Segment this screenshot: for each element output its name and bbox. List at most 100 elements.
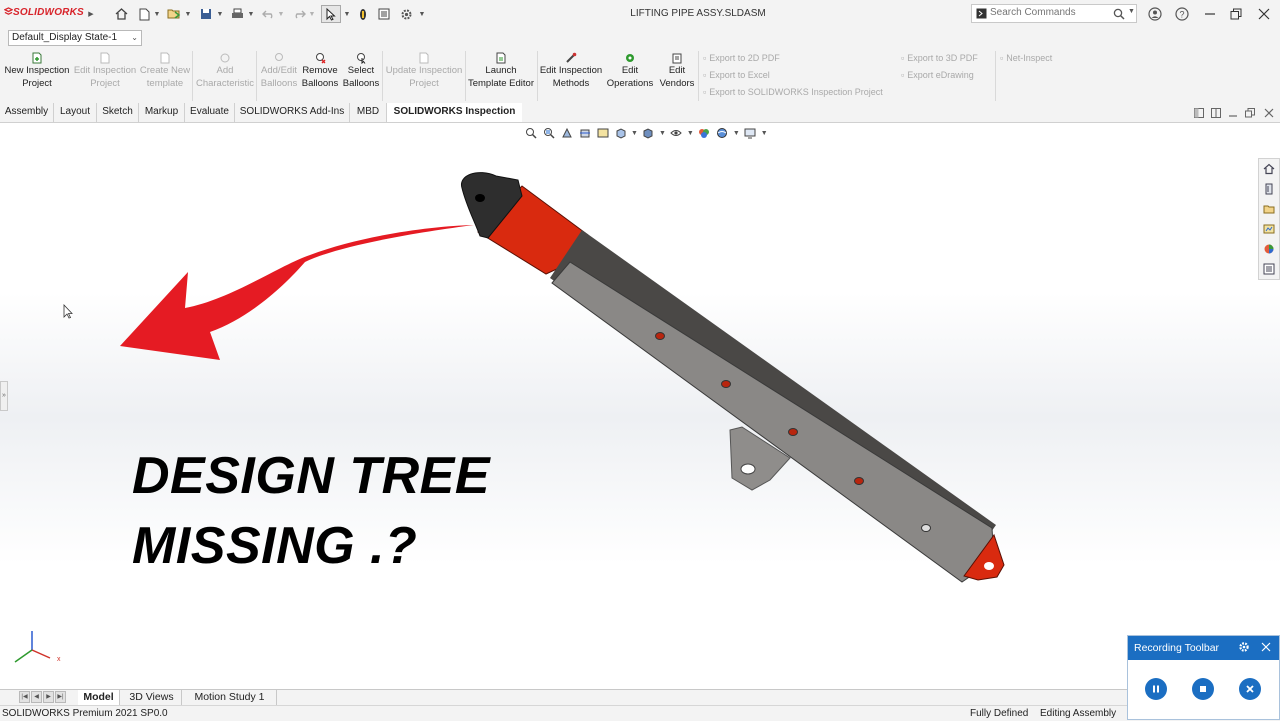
- button-label: Operations: [606, 77, 654, 89]
- tab-motion-study[interactable]: Motion Study 1: [183, 690, 277, 705]
- print-icon[interactable]: [229, 5, 245, 23]
- zoom-to-fit-icon[interactable]: [523, 126, 538, 140]
- methods-icon: [539, 52, 603, 64]
- first-tab-icon[interactable]: |◀: [19, 691, 30, 703]
- feature-manager-handle[interactable]: »: [0, 381, 8, 411]
- user-icon[interactable]: [1145, 5, 1165, 23]
- open-icon[interactable]: [166, 5, 182, 23]
- options-dropdown-icon[interactable]: ▼: [418, 5, 426, 23]
- add-characteristic-button[interactable]: Add Characteristic: [194, 52, 256, 90]
- file-explorer-icon[interactable]: [1262, 202, 1276, 216]
- dynamic-annotation-icon[interactable]: [595, 126, 610, 140]
- tab-model[interactable]: Model: [78, 690, 120, 705]
- save-dropdown-icon[interactable]: ▼: [216, 5, 224, 23]
- edit-inspection-methods-button[interactable]: Edit Inspection Methods: [539, 52, 603, 90]
- help-icon[interactable]: ?: [1172, 5, 1192, 23]
- hide-show-dropdown-icon[interactable]: ▼: [687, 130, 694, 137]
- custom-properties-icon[interactable]: [1262, 262, 1276, 276]
- update-inspection-project-button[interactable]: Update Inspection Project: [384, 52, 464, 90]
- doc-minimize-icon[interactable]: [1226, 107, 1240, 119]
- menu-expand-icon[interactable]: ▶: [86, 5, 96, 23]
- search-icon[interactable]: [1113, 8, 1125, 20]
- export-2d-pdf-link[interactable]: ▫ Export to 2D PDF: [703, 53, 780, 63]
- create-new-template-button[interactable]: Create New template: [138, 52, 192, 90]
- export-excel-link[interactable]: ▫ Export to Excel: [703, 70, 770, 80]
- design-library-icon[interactable]: [1262, 182, 1276, 196]
- tab-assembly[interactable]: Assembly: [0, 103, 54, 122]
- view-palette-icon[interactable]: [1262, 222, 1276, 236]
- view-orientation-icon[interactable]: [613, 126, 628, 140]
- search-dropdown-icon[interactable]: ▼: [1128, 8, 1135, 15]
- last-tab-icon[interactable]: ▶|: [55, 691, 66, 703]
- edit-appearance-icon[interactable]: [697, 126, 712, 140]
- tile-icon[interactable]: [1192, 107, 1206, 119]
- edit-vendors-button[interactable]: Edit Vendors: [657, 52, 697, 90]
- new-dropdown-icon[interactable]: ▼: [153, 5, 161, 23]
- tab-solidworks-inspection[interactable]: SOLIDWORKS Inspection: [387, 103, 522, 122]
- new-document-icon[interactable]: [137, 5, 151, 23]
- apply-scene-dropdown-icon[interactable]: ▼: [733, 130, 740, 137]
- display-style-dropdown-icon[interactable]: ▼: [659, 130, 666, 137]
- print-dropdown-icon[interactable]: ▼: [247, 5, 255, 23]
- pause-button[interactable]: [1145, 678, 1167, 700]
- options-icon[interactable]: [398, 5, 414, 23]
- close-icon[interactable]: [1254, 5, 1274, 23]
- zoom-area-icon[interactable]: [541, 126, 556, 140]
- view-settings-dropdown-icon[interactable]: ▼: [761, 130, 768, 137]
- export-edrawing-link[interactable]: ▫ Export eDrawing: [901, 70, 974, 80]
- home-icon[interactable]: [113, 5, 129, 23]
- select-dropdown-icon[interactable]: ▼: [343, 5, 351, 23]
- stop-button[interactable]: [1192, 678, 1214, 700]
- undo-icon[interactable]: [260, 5, 276, 23]
- open-dropdown-icon[interactable]: ▼: [184, 5, 192, 23]
- net-inspect-link[interactable]: ▫ Net-Inspect: [1000, 53, 1052, 63]
- display-state-select[interactable]: Default_Display State-1 ⌄: [8, 30, 142, 46]
- tab-markup[interactable]: Markup: [139, 103, 185, 122]
- restore-icon[interactable]: [1226, 5, 1246, 23]
- resources-home-icon[interactable]: [1262, 162, 1276, 176]
- solidworks-logo[interactable]: SOLIDWORKS: [3, 7, 84, 18]
- apply-scene-icon[interactable]: [715, 126, 730, 140]
- minimize-icon[interactable]: [1200, 5, 1220, 23]
- file-properties-icon[interactable]: [377, 5, 391, 23]
- export-inspection-project-link[interactable]: ▫ Export to SOLIDWORKS Inspection Project: [703, 87, 883, 97]
- edit-operations-button[interactable]: Edit Operations: [605, 52, 655, 90]
- tab-mbd[interactable]: MBD: [350, 103, 387, 122]
- graphics-area[interactable]: x: [0, 123, 1280, 689]
- edit-inspection-project-button[interactable]: Edit Inspection Project: [72, 52, 138, 90]
- tab-evaluate[interactable]: Evaluate: [185, 103, 235, 122]
- split-view-icon[interactable]: [1209, 107, 1223, 119]
- tab-add-ins[interactable]: SOLIDWORKS Add-Ins: [235, 103, 350, 122]
- doc-restore-icon[interactable]: [1243, 107, 1257, 119]
- tab-3d-views[interactable]: 3D Views: [122, 690, 182, 705]
- hide-show-items-icon[interactable]: [669, 126, 684, 140]
- search-commands[interactable]: ▼: [971, 4, 1137, 23]
- appearances-icon[interactable]: [1262, 242, 1276, 256]
- doc-close-icon[interactable]: [1262, 107, 1276, 119]
- section-view-icon[interactable]: [577, 126, 592, 140]
- new-inspection-project-button[interactable]: New Inspection Project: [2, 52, 72, 90]
- search-input[interactable]: [990, 7, 1108, 18]
- redo-icon[interactable]: [291, 5, 307, 23]
- recording-close-icon[interactable]: [1261, 636, 1271, 660]
- previous-view-icon[interactable]: [559, 126, 574, 140]
- remove-balloons-button[interactable]: Remove Balloons: [300, 52, 340, 90]
- select-balloons-button[interactable]: Select Balloons: [341, 52, 381, 90]
- export-3d-pdf-link[interactable]: ▫ Export to 3D PDF: [901, 53, 978, 63]
- add-edit-balloons-button[interactable]: Add/Edit Balloons: [258, 52, 300, 90]
- view-orientation-dropdown-icon[interactable]: ▼: [631, 130, 638, 137]
- previous-tab-icon[interactable]: ◀: [31, 691, 42, 703]
- tab-sketch[interactable]: Sketch: [97, 103, 139, 122]
- undo-dropdown-icon[interactable]: ▼: [277, 5, 285, 23]
- tab-layout[interactable]: Layout: [54, 103, 97, 122]
- rebuild-icon[interactable]: [356, 5, 370, 23]
- display-style-icon[interactable]: [641, 126, 656, 140]
- cancel-button[interactable]: [1239, 678, 1261, 700]
- redo-dropdown-icon[interactable]: ▼: [308, 5, 316, 23]
- launch-template-editor-button[interactable]: Launch Template Editor: [467, 52, 535, 90]
- next-tab-icon[interactable]: ▶: [43, 691, 54, 703]
- save-icon[interactable]: [198, 5, 214, 23]
- view-settings-icon[interactable]: [743, 126, 758, 140]
- select-icon[interactable]: [321, 5, 341, 23]
- gear-icon[interactable]: [1238, 636, 1250, 660]
